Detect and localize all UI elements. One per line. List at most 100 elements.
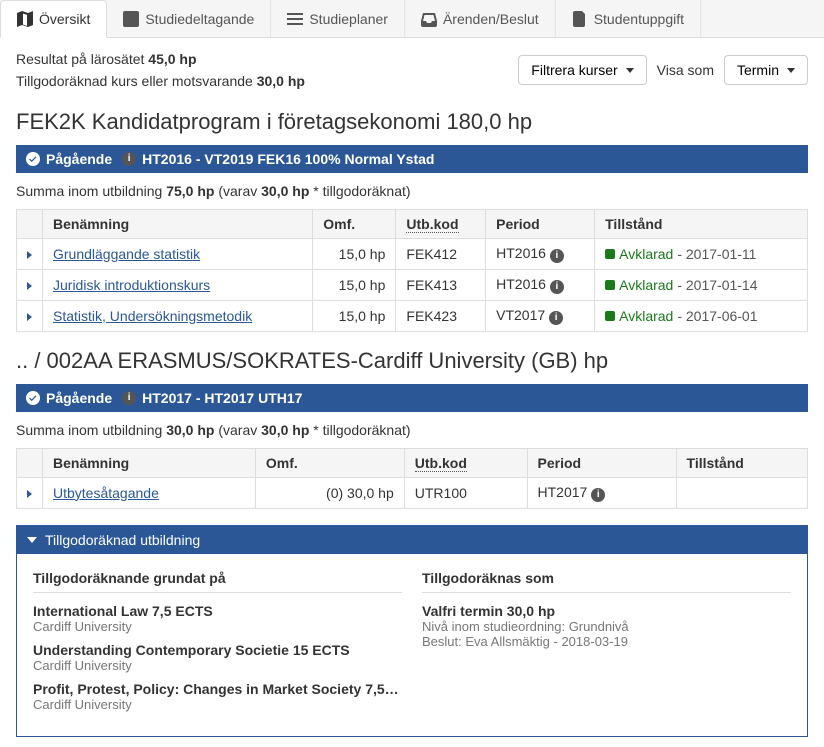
- caret-down-icon: [27, 537, 37, 543]
- info-icon[interactable]: i: [550, 249, 564, 263]
- program1-title: FEK2K Kandidatprogram i företagsekonomi …: [16, 109, 808, 135]
- status-dot-icon: [605, 249, 615, 259]
- expand-cell[interactable]: [17, 238, 43, 269]
- col-period: Period: [486, 209, 595, 238]
- tab-cases-label: Ärenden/Beslut: [443, 11, 539, 27]
- caret-right-icon: [27, 251, 32, 259]
- program1-status-detail: HT2016 - VT2019 FEK16 100% Normal Ystad: [142, 151, 434, 167]
- status-dot-icon: [605, 311, 615, 321]
- course-name-cell: Grundläggande statistik: [43, 238, 313, 269]
- col-scope: Omf.: [313, 209, 396, 238]
- col-period: Period: [527, 448, 676, 477]
- document-icon: [572, 11, 588, 27]
- check-square-icon: [123, 11, 139, 27]
- col-name: Benämning: [43, 448, 256, 477]
- list-icon: [287, 11, 303, 27]
- tab-participation[interactable]: Studiedeltagande: [107, 0, 271, 37]
- expand-cell[interactable]: [17, 477, 43, 508]
- course-code: UTR100: [404, 477, 527, 508]
- summary-pre: Summa inom utbildning: [16, 183, 166, 199]
- program1-status-label: Pågående: [46, 151, 112, 167]
- col-code: Utb.kod: [396, 209, 486, 238]
- course-state: Avklarad - 2017-01-14: [595, 269, 808, 300]
- summary-post: * tillgodoräknat): [313, 422, 410, 438]
- info-icon[interactable]: i: [591, 488, 605, 502]
- info-icon[interactable]: i: [549, 311, 563, 325]
- result-label: Resultat på lärosätet: [16, 51, 148, 67]
- tab-overview-label: Översikt: [39, 11, 90, 27]
- expand-cell[interactable]: [17, 300, 43, 331]
- status-badge: Avklarad - 2017-01-14: [605, 277, 757, 293]
- course-name-cell: Utbytesåtagande: [43, 477, 256, 508]
- tab-studentinfo[interactable]: Studentuppgift: [556, 0, 701, 37]
- summary-total: 30,0 hp: [166, 422, 214, 438]
- topbar: Resultat på lärosätet 45,0 hp Tillgodorä…: [16, 48, 808, 93]
- course-link[interactable]: Statistik, Undersökningsmetodik: [53, 308, 252, 324]
- credit-transfer-header[interactable]: Tillgodoräknad utbildning: [17, 526, 807, 554]
- summary-credit: 30,0 hp: [261, 183, 309, 199]
- course-code: FEK423: [396, 300, 486, 331]
- credit-right-decision: Beslut: Eva Allsmäktig - 2018-03-19: [422, 634, 791, 649]
- info-icon[interactable]: i: [122, 391, 136, 405]
- program1-summary: Summa inom utbildning 75,0 hp (varav 30,…: [16, 183, 808, 199]
- course-scope: 15,0 hp: [313, 238, 396, 269]
- term-dropdown-button[interactable]: Termin: [724, 55, 808, 85]
- result-value: 45,0 hp: [148, 51, 196, 67]
- expand-cell[interactable]: [17, 269, 43, 300]
- tab-studentinfo-label: Studentuppgift: [594, 11, 684, 27]
- program2-status-bar: Pågående i HT2017 - HT2017 UTH17: [16, 384, 808, 412]
- caret-right-icon: [27, 313, 32, 321]
- tab-plans[interactable]: Studieplaner: [271, 0, 405, 37]
- map-icon: [17, 11, 33, 27]
- tab-overview[interactable]: Översikt: [0, 0, 107, 38]
- info-icon[interactable]: i: [550, 280, 564, 294]
- credit-basis-institution: Cardiff University: [33, 697, 402, 712]
- status-date: - 2017-01-14: [677, 277, 757, 293]
- course-scope: 15,0 hp: [313, 300, 396, 331]
- credit-basis-title: Profit, Protest, Policy: Changes in Mark…: [33, 681, 402, 697]
- status-date: - 2017-06-01: [677, 308, 757, 324]
- course-name-cell: Juridisk introduktionskurs: [43, 269, 313, 300]
- status-text: Avklarad: [619, 277, 673, 293]
- inbox-icon: [421, 11, 437, 27]
- credit-basis-item: International Law 7,5 ECTSCardiff Univer…: [33, 603, 402, 634]
- program2-status-detail: HT2017 - HT2017 UTH17: [142, 390, 302, 406]
- caret-right-icon: [27, 282, 32, 290]
- tab-cases[interactable]: Ärenden/Beslut: [405, 0, 556, 37]
- program2-summary: Summa inom utbildning 30,0 hp (varav 30,…: [16, 422, 808, 438]
- status-badge: Avklarad - 2017-01-11: [605, 246, 756, 262]
- check-circle-icon: [26, 391, 40, 405]
- course-state: Avklarad - 2017-01-11: [595, 238, 808, 269]
- term-button-label: Termin: [737, 62, 779, 78]
- credit-transfer-title: Tillgodoräknad utbildning: [45, 532, 200, 548]
- program2-status-label: Pågående: [46, 390, 112, 406]
- summary-pre: Summa inom utbildning: [16, 422, 166, 438]
- filter-button-label: Filtrera kurser: [531, 62, 617, 78]
- status-text: Avklarad: [619, 308, 673, 324]
- credit-right-item: Valfri termin 30,0 hp Nivå inom studieor…: [422, 603, 791, 649]
- tab-plans-label: Studieplaner: [309, 11, 388, 27]
- course-link[interactable]: Juridisk introduktionskurs: [53, 277, 210, 293]
- caret-right-icon: [27, 490, 32, 498]
- course-name-cell: Statistik, Undersökningsmetodik: [43, 300, 313, 331]
- col-state: Tillstånd: [595, 209, 808, 238]
- info-icon[interactable]: i: [122, 152, 136, 166]
- course-link[interactable]: Grundläggande statistik: [53, 246, 200, 262]
- content-area: Resultat på lärosätet 45,0 hp Tillgodorä…: [0, 38, 824, 747]
- credit-left-col: Tillgodoräknande grundat på Internationa…: [33, 570, 402, 720]
- col-code: Utb.kod: [404, 448, 527, 477]
- col-state: Tillstånd: [676, 448, 807, 477]
- check-circle-icon: [26, 152, 40, 166]
- course-scope: 15,0 hp: [313, 269, 396, 300]
- summary-post: * tillgodoräknat): [313, 183, 410, 199]
- course-period: HT2016 i: [486, 238, 595, 269]
- credit-basis-title: International Law 7,5 ECTS: [33, 603, 402, 619]
- program1-status-bar: Pågående i HT2016 - VT2019 FEK16 100% No…: [16, 145, 808, 173]
- credit-basis-item: Profit, Protest, Policy: Changes in Mark…: [33, 681, 402, 712]
- credit-right-col: Tillgodoräknas som Valfri termin 30,0 hp…: [422, 570, 791, 720]
- filter-courses-button[interactable]: Filtrera kurser: [518, 55, 646, 85]
- course-period-label: HT2017: [538, 484, 588, 500]
- course-period-label: HT2016: [496, 245, 546, 261]
- course-link[interactable]: Utbytesåtagande: [53, 485, 159, 501]
- table-row: Juridisk introduktionskurs15,0 hpFEK413H…: [17, 269, 808, 300]
